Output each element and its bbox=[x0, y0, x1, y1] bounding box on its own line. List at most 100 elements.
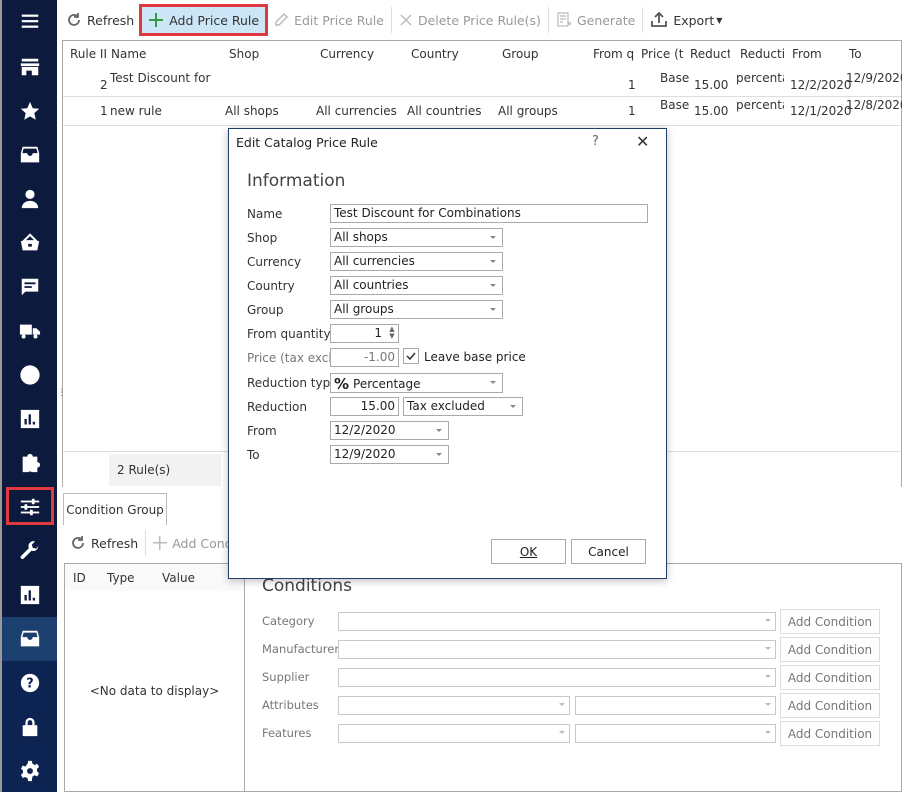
group-select[interactable]: All groups bbox=[330, 300, 503, 319]
cancel-label: Cancel bbox=[588, 544, 629, 559]
cancel-button[interactable]: Cancel bbox=[571, 539, 646, 564]
sidebar-item-security[interactable] bbox=[2, 705, 57, 749]
edit-price-rule-button[interactable]: Edit Price Rule bbox=[269, 5, 388, 35]
grid-header: Rule II Name Shop Currency Country Group… bbox=[63, 41, 901, 67]
cell-from: 12/1/2020 bbox=[790, 104, 852, 118]
sidebar-item-favorites[interactable] bbox=[2, 89, 57, 133]
column-header[interactable]: To bbox=[849, 47, 862, 61]
tab-condition-group[interactable]: Condition Group bbox=[63, 493, 167, 525]
from-quantity-value: 1 bbox=[374, 326, 382, 340]
sidebar-item-customers[interactable] bbox=[2, 177, 57, 221]
attribute-value-dropdown[interactable] bbox=[575, 696, 776, 715]
sidebar-item-help[interactable]: ? bbox=[2, 661, 57, 705]
column-header[interactable]: Type bbox=[107, 571, 135, 585]
add-condition-features-button[interactable]: Add Condition bbox=[780, 721, 880, 746]
shop-select[interactable]: All shops bbox=[330, 228, 503, 247]
column-header[interactable]: From bbox=[792, 47, 822, 61]
sidebar-item-settings[interactable] bbox=[2, 749, 57, 792]
column-header[interactable]: Price (ta bbox=[641, 47, 684, 61]
sidebar-menu-button[interactable] bbox=[2, 0, 57, 42]
export-button[interactable]: Export ▼ bbox=[646, 5, 726, 35]
ok-label: OK bbox=[519, 544, 538, 559]
reduction-type-select[interactable]: % Percentage bbox=[330, 373, 503, 393]
archive-icon bbox=[20, 146, 39, 163]
column-header[interactable]: Reduct bbox=[690, 47, 730, 61]
column-header[interactable]: Country bbox=[411, 47, 459, 61]
ok-button[interactable]: OK bbox=[491, 539, 566, 564]
sidebar-item-messages[interactable] bbox=[2, 265, 57, 309]
sidebar-item-tools[interactable] bbox=[2, 529, 57, 573]
price-input[interactable]: -1.00 bbox=[330, 348, 399, 367]
column-header[interactable]: From q bbox=[593, 47, 638, 61]
column-header[interactable]: Shop bbox=[229, 47, 259, 61]
condition-refresh-label: Refresh bbox=[91, 535, 139, 551]
reduction-type-label: Reduction type bbox=[247, 376, 338, 390]
plus-icon bbox=[153, 536, 168, 550]
spin-arrows-icon[interactable]: ▲ ▼ bbox=[388, 326, 396, 341]
manufacturer-dropdown[interactable] bbox=[338, 640, 776, 659]
condition-refresh-button[interactable]: Refresh bbox=[66, 528, 142, 558]
close-button[interactable]: ✕ bbox=[636, 132, 649, 151]
condition-label: Manufacturer bbox=[262, 642, 340, 656]
pencil-icon bbox=[273, 12, 289, 28]
chevron-down-icon bbox=[765, 703, 771, 706]
cell-name: Test Discount for bbox=[110, 71, 211, 85]
feature-dropdown[interactable] bbox=[338, 724, 570, 743]
delete-price-rule-label: Delete Price Rule(s) bbox=[417, 12, 541, 28]
help-button[interactable]: ? bbox=[592, 134, 599, 149]
sidebar-item-orders[interactable] bbox=[2, 133, 57, 177]
supplier-dropdown[interactable] bbox=[338, 668, 776, 687]
feature-value-dropdown[interactable] bbox=[575, 724, 776, 743]
refresh-label: Refresh bbox=[87, 12, 135, 28]
sidebar-item-shipping[interactable] bbox=[2, 309, 57, 353]
sidebar-item-modules[interactable] bbox=[2, 441, 57, 485]
to-date-picker[interactable]: 12/9/2020 bbox=[330, 445, 449, 464]
leave-base-price-checkbox[interactable] bbox=[403, 348, 419, 364]
splitter-grip[interactable]: ⋮ bbox=[57, 389, 66, 403]
from-quantity-stepper[interactable]: 1 ▲ ▼ bbox=[330, 324, 399, 343]
leave-base-price-label[interactable]: Leave base price bbox=[424, 350, 526, 364]
plus-icon bbox=[148, 12, 164, 28]
group-label: Group bbox=[247, 303, 284, 317]
attribute-group-dropdown[interactable] bbox=[338, 696, 570, 715]
chevron-down-icon bbox=[765, 647, 771, 650]
column-header[interactable]: Reducti bbox=[740, 47, 784, 61]
cell-to: 12/8/2020 bbox=[846, 98, 902, 112]
sidebar-item-localization[interactable] bbox=[2, 353, 57, 397]
cell-reduction: 15.00 bbox=[694, 78, 729, 92]
sidebar-item-stats[interactable] bbox=[2, 397, 57, 441]
add-condition-attributes-button[interactable]: Add Condition bbox=[780, 693, 880, 718]
column-header[interactable]: Value bbox=[162, 571, 195, 585]
column-header[interactable]: Name bbox=[111, 47, 146, 61]
sidebar-item-carts[interactable] bbox=[2, 221, 57, 265]
tax-select[interactable]: Tax excluded bbox=[403, 397, 523, 416]
table-row[interactable]: 2 Test Discount for 1 Base 15.00 percent… bbox=[63, 68, 902, 97]
chart-icon bbox=[20, 585, 39, 605]
add-condition-manufacturer-button[interactable]: Add Condition bbox=[780, 637, 880, 662]
add-condition-category-button[interactable]: Add Condition bbox=[780, 609, 880, 634]
country-select[interactable]: All countries bbox=[330, 276, 503, 295]
column-header[interactable]: Group bbox=[502, 47, 539, 61]
generate-button[interactable]: Generate bbox=[552, 5, 639, 35]
add-price-rule-button[interactable]: Add Price Rule bbox=[139, 4, 269, 36]
currency-select[interactable]: All currencies bbox=[330, 252, 503, 271]
column-header[interactable]: Rule II bbox=[70, 47, 108, 61]
add-condition-supplier-button[interactable]: Add Condition bbox=[780, 665, 880, 690]
add-price-rule-label: Add Price Rule bbox=[169, 12, 260, 28]
reduction-type-value: Percentage bbox=[353, 377, 421, 391]
table-row[interactable]: 1 new rule All shops All currencies All … bbox=[63, 97, 902, 126]
chevron-down-icon bbox=[490, 284, 496, 287]
category-dropdown[interactable] bbox=[338, 612, 776, 631]
name-input[interactable]: Test Discount for Combinations bbox=[330, 204, 648, 223]
sidebar-item-reports[interactable] bbox=[2, 573, 57, 617]
information-heading: Information bbox=[247, 171, 346, 191]
puzzle-icon bbox=[22, 453, 40, 473]
sidebar-item-store[interactable] bbox=[2, 45, 57, 89]
reduction-input[interactable]: 15.00 bbox=[330, 397, 399, 416]
delete-price-rule-button[interactable]: Delete Price Rule(s) bbox=[395, 5, 545, 35]
column-header[interactable]: Currency bbox=[320, 47, 374, 61]
sidebar-item-archive[interactable] bbox=[2, 617, 57, 661]
refresh-button[interactable]: Refresh bbox=[62, 5, 138, 35]
column-header[interactable]: ID bbox=[73, 571, 86, 585]
from-date-picker[interactable]: 12/2/2020 bbox=[330, 421, 449, 440]
